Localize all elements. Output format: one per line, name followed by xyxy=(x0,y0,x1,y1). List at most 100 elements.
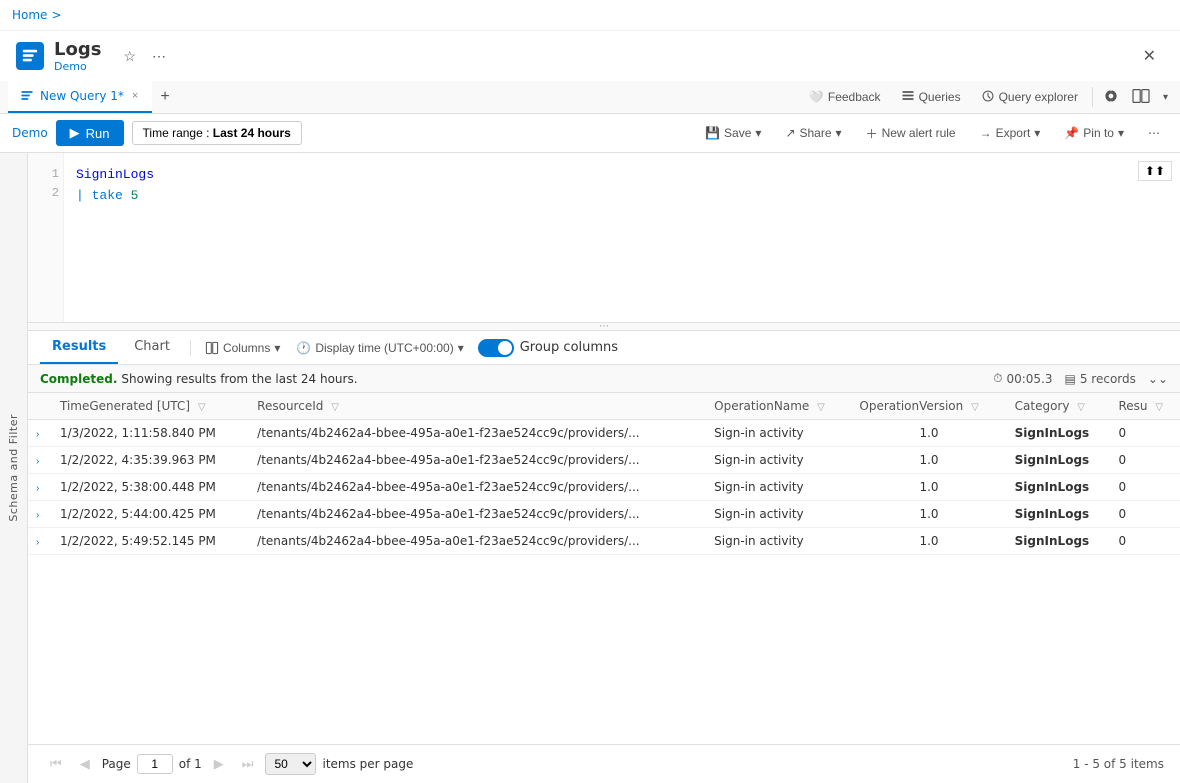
code-pipe-keyword: | take xyxy=(76,188,131,203)
group-columns-toggle[interactable] xyxy=(478,339,514,357)
expand-row-button-2[interactable]: › xyxy=(36,483,39,494)
run-button[interactable]: ▶ Run xyxy=(56,120,124,146)
toolbar-more-button[interactable]: ⋯ xyxy=(1140,122,1168,144)
row-expand-3[interactable]: › xyxy=(28,501,52,528)
more-options-button[interactable]: ⋯ xyxy=(148,46,170,67)
row-expand-2[interactable]: › xyxy=(28,474,52,501)
row-operation-1: Sign-in activity xyxy=(706,447,851,474)
editor-container: 1 2 SigninLogs | take 5 ⬆⬆ ⋯ xyxy=(28,153,1180,783)
col-result[interactable]: Resu ▽ xyxy=(1110,393,1180,420)
records-icon: ▤ xyxy=(1065,372,1076,386)
table-body: › 1/3/2022, 1:11:58.840 PM /tenants/4b24… xyxy=(28,420,1180,555)
feedback-button[interactable]: 🤍 Feedback xyxy=(801,86,889,108)
col-expand xyxy=(28,393,52,420)
favorite-button[interactable]: ☆ xyxy=(119,46,140,67)
queries-button[interactable]: Queries xyxy=(893,85,969,110)
first-page-button[interactable]: ⏮ xyxy=(44,753,68,775)
save-chevron-icon: ▾ xyxy=(755,126,761,140)
close-button[interactable]: ✕ xyxy=(1135,42,1164,70)
row-version-4: 1.0 xyxy=(851,528,1006,555)
time-range-button[interactable]: Time range : Last 24 hours xyxy=(132,121,302,145)
expand-row-button-4[interactable]: › xyxy=(36,537,39,548)
col-operation-version[interactable]: OperationVersion ▽ xyxy=(851,393,1006,420)
columns-icon xyxy=(205,341,219,355)
results-tab-chart[interactable]: Chart xyxy=(122,331,182,364)
code-content[interactable]: SigninLogs | take 5 xyxy=(64,153,1180,322)
main-content: Schema and Filter 1 2 SigninLogs | take … xyxy=(0,153,1180,783)
records-display: ▤ 5 records xyxy=(1065,372,1136,386)
row-result-2: 0 xyxy=(1110,474,1180,501)
line-numbers: 1 2 xyxy=(28,153,64,322)
display-time-button[interactable]: 🕐 Display time (UTC+00:00) ▾ xyxy=(290,337,469,359)
schema-sidebar[interactable]: Schema and Filter xyxy=(0,153,28,783)
tab-right-actions: 🤍 Feedback Queries Query explorer xyxy=(801,84,1172,111)
save-button[interactable]: 💾 Save ▾ xyxy=(697,122,769,144)
row-version-1: 1.0 xyxy=(851,447,1006,474)
layout-button[interactable] xyxy=(1127,84,1155,111)
share-button[interactable]: ↗ Share ▾ xyxy=(777,122,849,144)
time-range-prefix: Time range : xyxy=(143,126,213,140)
code-editor: 1 2 SigninLogs | take 5 ⬆⬆ xyxy=(28,153,1180,323)
status-right: ⏱ 00:05.3 ▤ 5 records ⌄⌄ xyxy=(993,371,1168,386)
filter-icon-category: ▽ xyxy=(1077,402,1085,413)
tab-close-button[interactable]: × xyxy=(130,90,140,102)
page-label: Page xyxy=(102,757,131,771)
tab-add-button[interactable]: + xyxy=(152,84,177,110)
results-table: TimeGenerated [UTC] ▽ ResourceId ▽ Opera… xyxy=(28,393,1180,555)
tab-bar: New Query 1* × + 🤍 Feedback Queries Quer… xyxy=(0,81,1180,114)
new-alert-button[interactable]: ＋ New alert rule xyxy=(858,121,964,146)
row-operation-2: Sign-in activity xyxy=(706,474,851,501)
duration-value: 00:05.3 xyxy=(1006,372,1052,386)
items-per-page-select[interactable]: 50 100 250 xyxy=(265,753,316,775)
status-bar: Completed. Showing results from the last… xyxy=(28,365,1180,393)
expand-row-button-0[interactable]: › xyxy=(36,429,39,440)
gear-icon xyxy=(1103,88,1119,104)
logs-icon xyxy=(21,47,39,65)
filter-icon-resource: ▽ xyxy=(331,402,339,413)
row-expand-4[interactable]: › xyxy=(28,528,52,555)
tab-new-query[interactable]: New Query 1* × xyxy=(8,81,152,113)
collapse-editor-button[interactable]: ⬆⬆ xyxy=(1138,161,1172,181)
last-page-button[interactable]: ⏭ xyxy=(236,753,260,775)
expand-row-button-1[interactable]: › xyxy=(36,456,39,467)
page-input[interactable] xyxy=(137,754,173,774)
col-category[interactable]: Category ▽ xyxy=(1007,393,1111,420)
col-time-generated[interactable]: TimeGenerated [UTC] ▽ xyxy=(52,393,249,420)
row-expand-1[interactable]: › xyxy=(28,447,52,474)
row-resource-2: /tenants/4b2462a4-bbee-495a-a0e1-f23ae52… xyxy=(249,474,706,501)
query-explorer-button[interactable]: Query explorer xyxy=(973,85,1086,110)
results-tab-results[interactable]: Results xyxy=(40,331,118,364)
table-row: › 1/3/2022, 1:11:58.840 PM /tenants/4b24… xyxy=(28,420,1180,447)
settings-button[interactable] xyxy=(1099,84,1123,111)
resize-handle[interactable]: ⋯ xyxy=(28,323,1180,331)
results-tabs-bar: Results Chart Columns ▾ 🕐 Display time (… xyxy=(28,331,1180,365)
prev-page-button[interactable]: ◀ xyxy=(74,753,96,775)
row-category-1: SignInLogs xyxy=(1007,447,1111,474)
row-result-4: 0 xyxy=(1110,528,1180,555)
expand-all-button[interactable]: ⌄⌄ xyxy=(1148,372,1168,386)
breadcrumb-home[interactable]: Home xyxy=(12,8,47,22)
workspace-label[interactable]: Demo xyxy=(12,126,48,140)
expand-row-button-3[interactable]: › xyxy=(36,510,39,521)
col-operation-name[interactable]: OperationName ▽ xyxy=(706,393,851,420)
row-expand-0[interactable]: › xyxy=(28,420,52,447)
code-number: 5 xyxy=(131,188,139,203)
duration-display: ⏱ 00:05.3 xyxy=(993,371,1052,386)
export-button[interactable]: → Export ▾ xyxy=(972,122,1049,144)
columns-button[interactable]: Columns ▾ xyxy=(199,337,286,359)
alert-icon: ＋ xyxy=(866,125,878,142)
pin-to-button[interactable]: 📌 Pin to ▾ xyxy=(1056,122,1132,144)
run-icon: ▶ xyxy=(70,125,80,141)
chevron-down-button[interactable]: ▾ xyxy=(1159,88,1172,107)
next-page-button[interactable]: ▶ xyxy=(208,753,230,775)
time-chevron-icon: ▾ xyxy=(458,341,464,355)
results-table-container: TimeGenerated [UTC] ▽ ResourceId ▽ Opera… xyxy=(28,393,1180,744)
line-number-2: 2 xyxy=(32,184,59,203)
app-title: Logs xyxy=(54,39,101,60)
queries-icon xyxy=(901,89,915,106)
filter-icon-version: ▽ xyxy=(971,402,979,413)
table-header: TimeGenerated [UTC] ▽ ResourceId ▽ Opera… xyxy=(28,393,1180,420)
col-resource-id[interactable]: ResourceId ▽ xyxy=(249,393,706,420)
row-time-0: 1/3/2022, 1:11:58.840 PM xyxy=(52,420,249,447)
row-category-4: SignInLogs xyxy=(1007,528,1111,555)
